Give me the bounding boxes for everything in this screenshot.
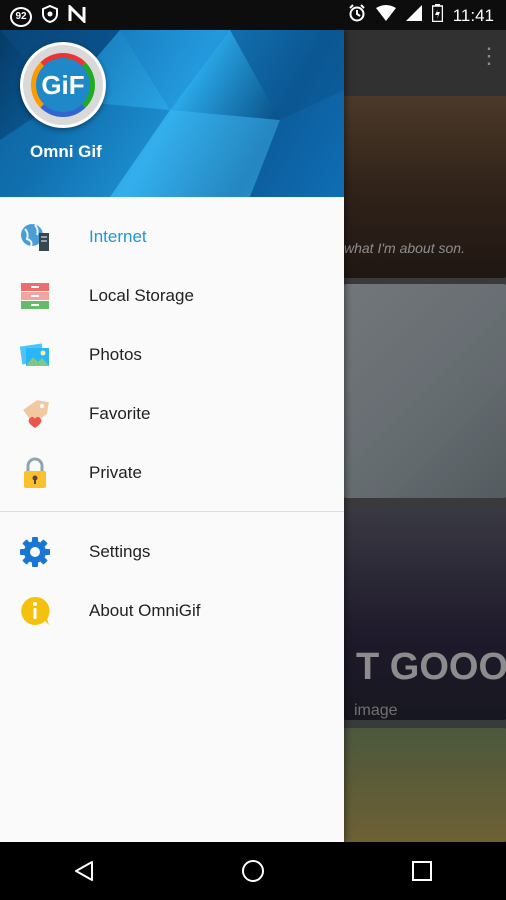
wifi-icon [375, 5, 396, 26]
back-triangle-icon [75, 861, 94, 881]
menu-item-photos[interactable]: Photos [0, 325, 344, 384]
menu-item-about[interactable]: About OmniGif [0, 581, 344, 640]
navigation-drawer: GiF Omni Gif Internet Local Storage Phot… [0, 30, 344, 842]
alarm-icon [348, 4, 366, 27]
menu-divider [0, 511, 344, 512]
clock-time: 11:41 [452, 5, 494, 25]
status-bar: 92 11:41 [0, 0, 506, 30]
signal-icon [405, 5, 422, 26]
menu-item-settings[interactable]: Settings [0, 522, 344, 581]
back-button[interactable] [55, 842, 113, 900]
menu-item-favorite[interactable]: Favorite [0, 384, 344, 443]
battery-icon [431, 4, 443, 27]
info-bubble-icon [19, 595, 51, 627]
recents-square-icon [411, 861, 432, 881]
menu-item-label: Settings [89, 541, 151, 561]
gear-icon [19, 536, 51, 568]
menu-item-label: Favorite [89, 403, 151, 423]
menu-item-local-storage[interactable]: Local Storage [0, 266, 344, 325]
n-logo-icon [68, 3, 86, 28]
menu-item-label: Local Storage [89, 285, 194, 305]
menu-item-internet[interactable]: Internet [0, 207, 344, 266]
drawer-cabinet-icon [19, 280, 51, 312]
padlock-icon [19, 457, 51, 489]
menu-item-label: Private [89, 462, 142, 482]
drawer-secondary-menu: Settings About OmniGif [0, 522, 344, 640]
home-circle-icon [241, 860, 264, 882]
drawer-header: GiF Omni Gif [0, 30, 344, 197]
app-name: Omni Gif [30, 142, 102, 161]
menu-item-label: About OmniGif [89, 600, 201, 620]
shield-icon [42, 4, 58, 28]
app-logo: GiF [20, 42, 106, 128]
drawer-scrim[interactable] [344, 30, 506, 842]
notification-count-badge: 92 [10, 6, 32, 27]
drawer-menu: Internet Local Storage Photos Favorite P… [0, 197, 344, 502]
app-logo-text: GiF [31, 53, 95, 117]
menu-item-label: Internet [89, 226, 147, 246]
home-button[interactable] [224, 842, 282, 900]
system-nav-bar [0, 842, 506, 900]
menu-item-private[interactable]: Private [0, 443, 344, 502]
photos-icon [19, 339, 51, 371]
tag-heart-icon [19, 398, 51, 430]
globe-server-icon [19, 221, 51, 253]
recents-button[interactable] [393, 842, 451, 900]
menu-item-label: Photos [89, 344, 142, 364]
